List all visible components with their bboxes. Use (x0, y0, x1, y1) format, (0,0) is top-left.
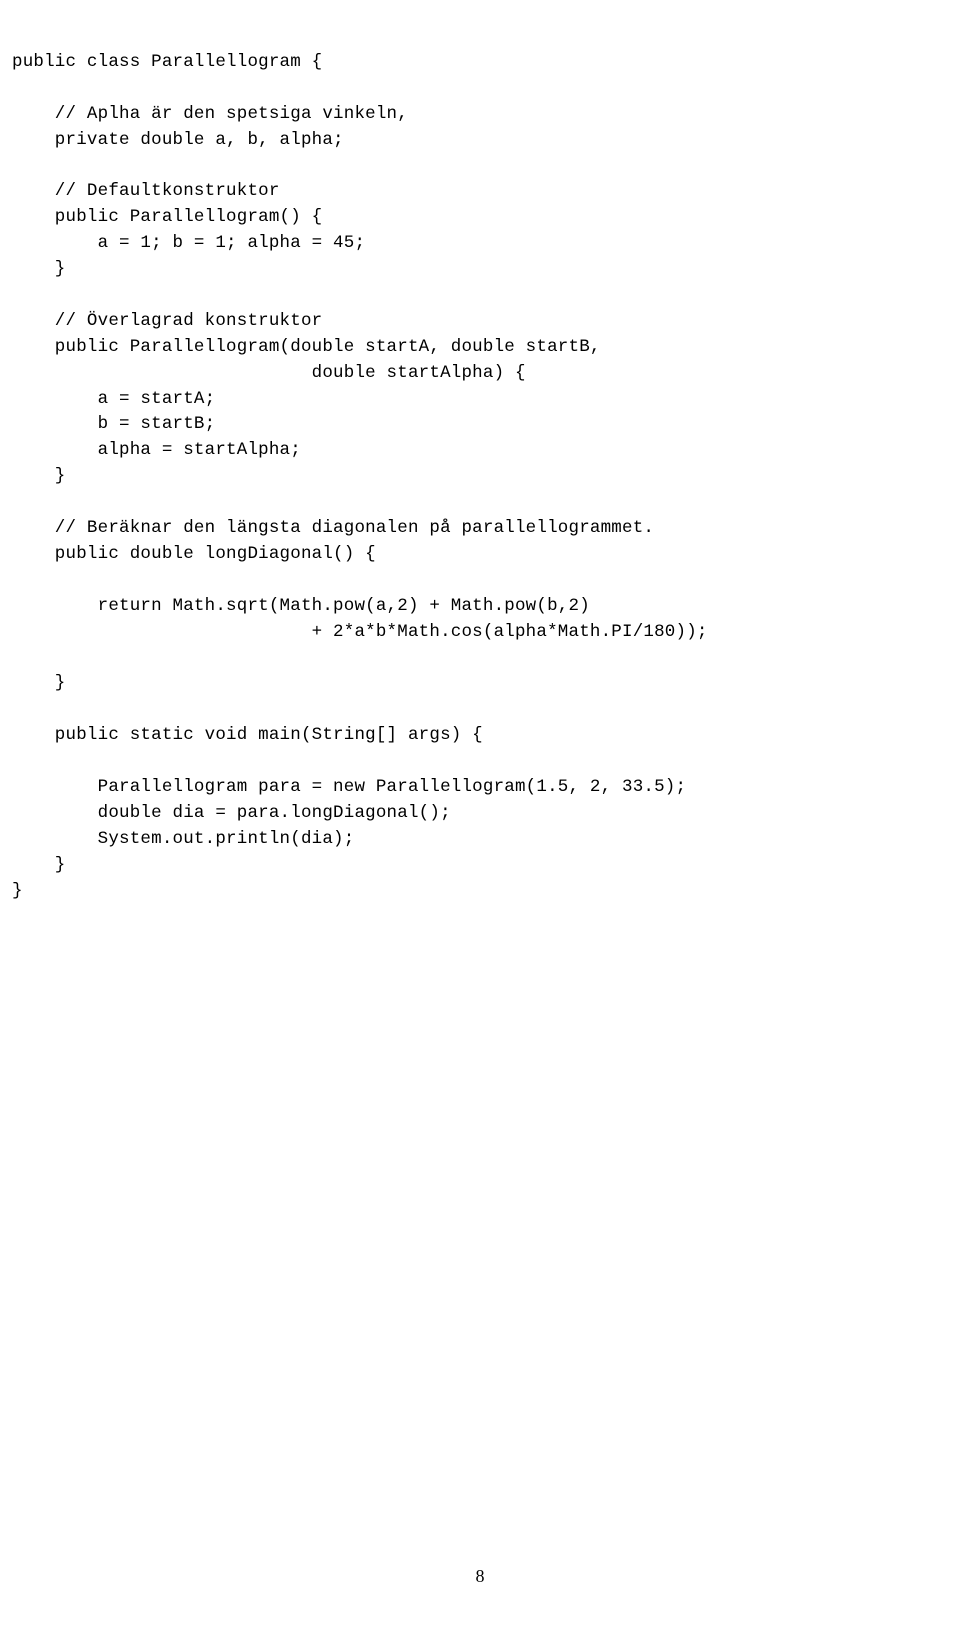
document-page: public class Parallellogram { // Aplha ä… (0, 0, 960, 1644)
code-block: public class Parallellogram { // Aplha ä… (0, 50, 960, 904)
page-number: 8 (0, 1563, 960, 1590)
